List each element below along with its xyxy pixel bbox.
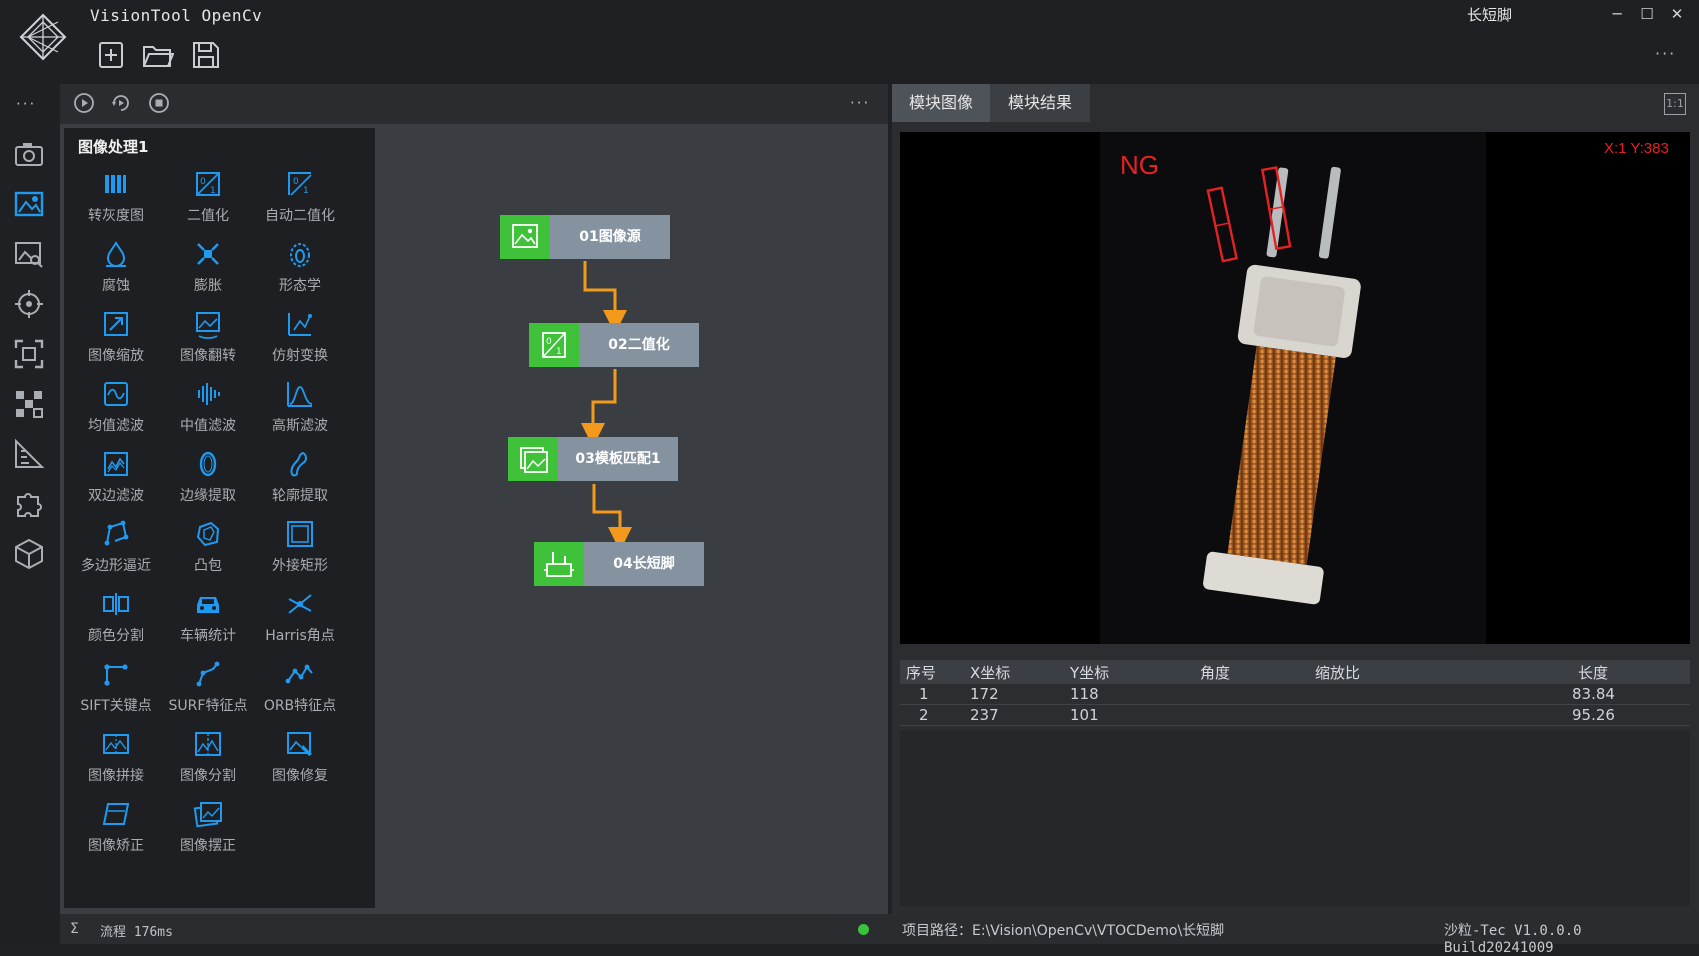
cell-scale: [1315, 684, 1500, 705]
flow-node-label: 02二值化: [608, 337, 670, 353]
cell-y: 101: [1070, 704, 1200, 726]
image-source-icon: [500, 215, 550, 259]
part-image: [900, 132, 1690, 644]
flow-node-label: 03模板匹配1: [575, 451, 661, 467]
cell-angle: [1200, 704, 1315, 726]
template-match-icon: [508, 437, 558, 481]
flow-time: 流程 176ms: [100, 925, 173, 940]
col-scale: 缩放比: [1315, 660, 1500, 684]
col-length: 长度: [1500, 660, 1690, 684]
scale-1-1-button[interactable]: 1:1: [1664, 93, 1686, 115]
cursor-coords: X:1 Y:383: [1604, 140, 1669, 157]
image-viewer[interactable]: [900, 132, 1690, 644]
flow-node-label: 04长短脚: [613, 556, 675, 572]
flow-node-label: 01图像源: [579, 229, 641, 245]
table-header-row: 序号 X坐标 Y坐标 角度 缩放比 长度: [900, 660, 1690, 684]
table-row[interactable]: 2 237 101 95.26: [900, 704, 1690, 726]
tab-module-image[interactable]: 模块图像: [892, 84, 990, 122]
col-index: 序号: [900, 660, 970, 684]
tab-module-result[interactable]: 模块结果: [990, 84, 1090, 122]
flow-node-template-match[interactable]: 03模板匹配1: [508, 437, 678, 481]
svg-text:0: 0: [546, 337, 552, 347]
cell-y: 118: [1070, 684, 1200, 705]
status-indicator: [858, 924, 869, 935]
cell-scale: [1315, 704, 1500, 726]
flow-node-image-source[interactable]: 01图像源: [500, 215, 670, 259]
col-y: Y坐标: [1070, 660, 1200, 684]
flow-arrow-1: [583, 261, 627, 334]
cell-x: 237: [970, 704, 1070, 726]
result-status-label: NG: [1120, 150, 1159, 180]
col-angle: 角度: [1200, 660, 1315, 684]
result-table: 序号 X坐标 Y坐标 角度 缩放比 长度 1 172 118 83.84 2 2…: [900, 660, 1690, 726]
col-x: X坐标: [970, 660, 1070, 684]
svg-text:1: 1: [556, 347, 562, 357]
cell-index: 1: [900, 684, 970, 705]
flow-node-binarize[interactable]: 01 02二值化: [529, 323, 699, 367]
cell-x: 172: [970, 684, 1070, 705]
pin-measure-icon: [534, 542, 584, 586]
flow-arrow-3: [592, 484, 632, 551]
cell-length: 95.26: [1500, 704, 1690, 726]
version-info: 沙粒-Tec V1.0.0.0 Build20241009: [1444, 923, 1582, 956]
cell-angle: [1200, 684, 1315, 705]
project-path: 项目路径：E:\Vision\OpenCv\VTOCDemo\长短脚: [902, 923, 1225, 939]
binarize-icon: 01: [529, 323, 579, 367]
cell-length: 83.84: [1500, 684, 1690, 705]
cell-index: 2: [900, 704, 970, 726]
table-row[interactable]: 1 172 118 83.84: [900, 684, 1690, 705]
sigma-icon: Σ: [70, 921, 79, 937]
flow-arrow-2: [581, 369, 617, 447]
flow-node-pin-measure[interactable]: 04长短脚: [534, 542, 704, 586]
table-empty-area: [900, 730, 1690, 906]
